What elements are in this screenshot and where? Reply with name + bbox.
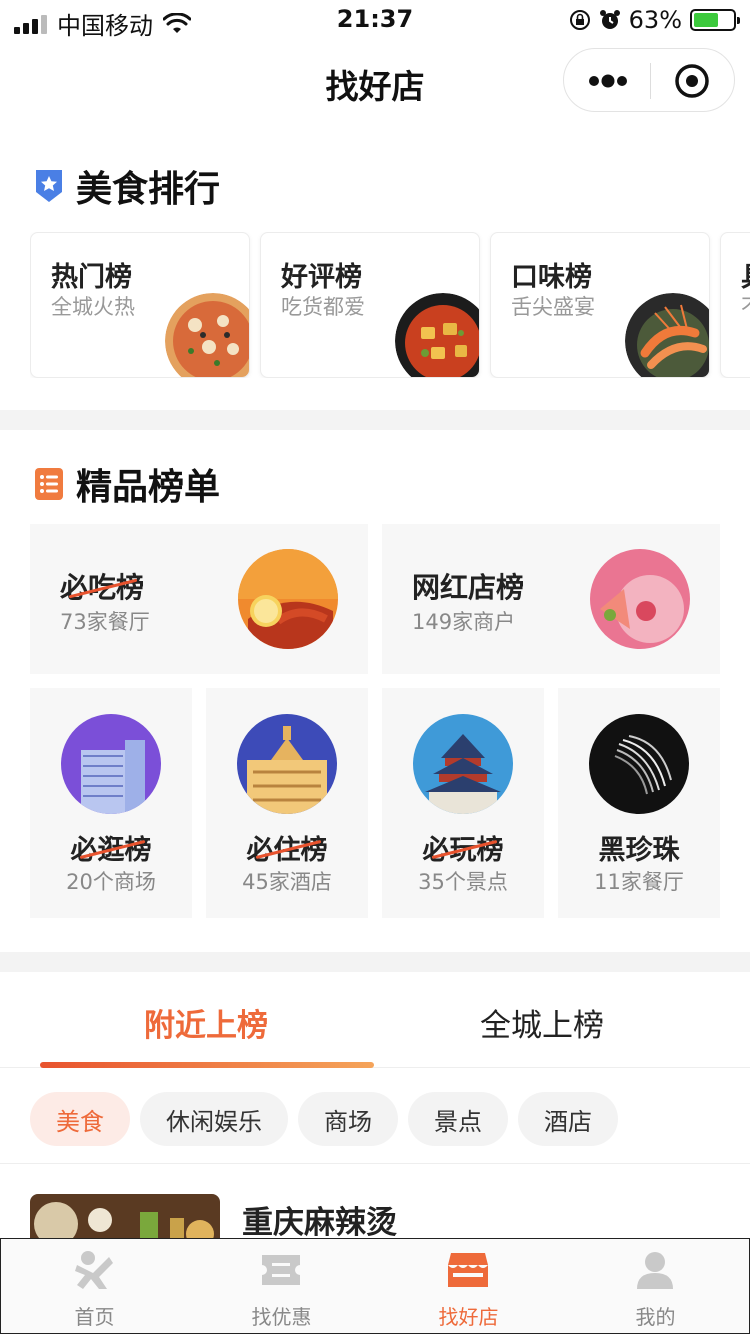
rank-card-title: 好评榜 [281,262,362,293]
mini-program-capsule [563,48,735,112]
list-count: 20个商场 [66,870,156,894]
rank-card-title: 热门榜 [51,262,132,293]
tab-citywide[interactable]: 全城上榜 [480,1000,604,1045]
stew-image [395,293,479,377]
close-target-icon[interactable] [674,63,710,99]
star-shield-icon [36,170,62,202]
chip-hotel[interactable]: 酒店 [518,1092,618,1146]
home-person-icon [75,1251,113,1289]
rank-card-taste[interactable]: 口味榜 舌尖盛宴 [490,232,710,378]
rank-tabs: 附近上榜 全城上榜 [0,972,750,1068]
tabbar-profile[interactable]: 我的 [562,1239,749,1335]
list-count: 35个景点 [418,870,508,894]
tab-underline [40,1062,374,1068]
premium-header: 精品榜单 [34,458,220,510]
more-icon[interactable] [586,69,630,93]
tab-nearby[interactable]: 附近上榜 [144,1000,268,1045]
shop-icon [448,1253,488,1287]
status-right: 63% [569,6,740,34]
list-icon [35,468,63,500]
list-card-shopping[interactable]: 必逛榜 20个商场 [30,688,192,918]
tabbar-label: 找好店 [438,1305,499,1329]
chip-attraction[interactable]: 景点 [408,1092,508,1146]
chips-divider [0,1163,750,1164]
bottom-tab-bar: 首页 找优惠 找好店 我的 [0,1238,750,1334]
list-card-hotel[interactable]: 必住榜 45家酒店 [206,688,368,918]
rank-card-praise[interactable]: 好评榜 吃货都爱 [260,232,480,378]
list-card-must-eat[interactable]: 必吃榜 73家餐厅 [30,524,368,674]
list-card-attraction[interactable]: 必玩榜 35个景点 [382,688,544,918]
tabbar-find-shops[interactable]: 找好店 [375,1239,562,1335]
rank-card-subtitle: 吃货都爱 [281,295,365,319]
list-logo: 黑珍珠 [598,835,680,866]
tabbar-label: 找优惠 [251,1305,312,1329]
status-bar: 中国移动 21:37 63% [0,0,750,40]
lobster-image [238,549,338,649]
list-card-black-pearl[interactable]: 黑珍珠 11家餐厅 [558,688,720,918]
rank-card-subtitle: 舌尖盛宴 [511,295,595,319]
rank-card-title: 具 [741,255,750,294]
chip-leisure[interactable]: 休闲娱乐 [140,1092,288,1146]
rank-card-subtitle: 全城火热 [51,295,135,319]
list-logo: 必住榜 [206,828,368,867]
list-logo: 必玩榜 [382,828,544,867]
shop-title[interactable]: 重庆麻辣烫 [242,1197,397,1242]
chip-mall[interactable]: 商场 [298,1092,398,1146]
chip-food[interactable]: 美食 [30,1092,130,1146]
list-logo: 必吃榜 [60,566,144,606]
section-divider [0,410,750,430]
tabbar-label: 首页 [74,1305,115,1329]
alarm-icon [599,10,620,29]
battery-percent: 63% [628,6,682,34]
capsule-divider [650,63,651,99]
section-divider [0,952,750,972]
tabbar-home[interactable]: 首页 [1,1239,188,1335]
dessert-image [590,549,690,649]
category-chips: 美食 休闲娱乐 商场 景点 酒店 [30,1092,618,1146]
user-icon [637,1252,673,1289]
shrimp-image [625,293,709,377]
rank-card-more[interactable]: 具 不 [720,232,750,378]
mall-image [61,714,161,814]
list-count: 149家商户 [412,610,516,634]
list-logo: 网红店榜 [412,571,525,604]
hotel-image [237,714,337,814]
temple-image [413,714,513,814]
list-count: 45家酒店 [242,870,332,894]
food-ranking-header: 美食排行 [34,160,220,212]
rotation-lock-icon [569,10,590,30]
list-card-influencer[interactable]: 网红店榜 149家商户 [382,524,720,674]
pizza-image [165,293,249,377]
rank-card-title: 口味榜 [511,262,592,293]
rank-card-hot[interactable]: 热门榜 全城火热 [30,232,250,378]
premium-title: 精品榜单 [76,467,221,508]
list-count: 11家餐厅 [594,870,684,894]
list-logo: 必逛榜 [30,828,192,867]
coupon-icon [262,1255,300,1285]
battery-icon [690,9,740,31]
rank-card-subtitle: 不 [741,291,750,321]
black-pearl-image [589,714,689,814]
food-ranking-list: 热门榜 全城火热 好评榜 吃货都爱 口味榜 舌尖盛宴 [30,232,750,378]
food-ranking-title: 美食排行 [76,169,221,210]
tabbar-deals[interactable]: 找优惠 [188,1239,375,1335]
list-count: 73家餐厅 [60,610,150,634]
tabbar-label: 我的 [635,1305,676,1329]
